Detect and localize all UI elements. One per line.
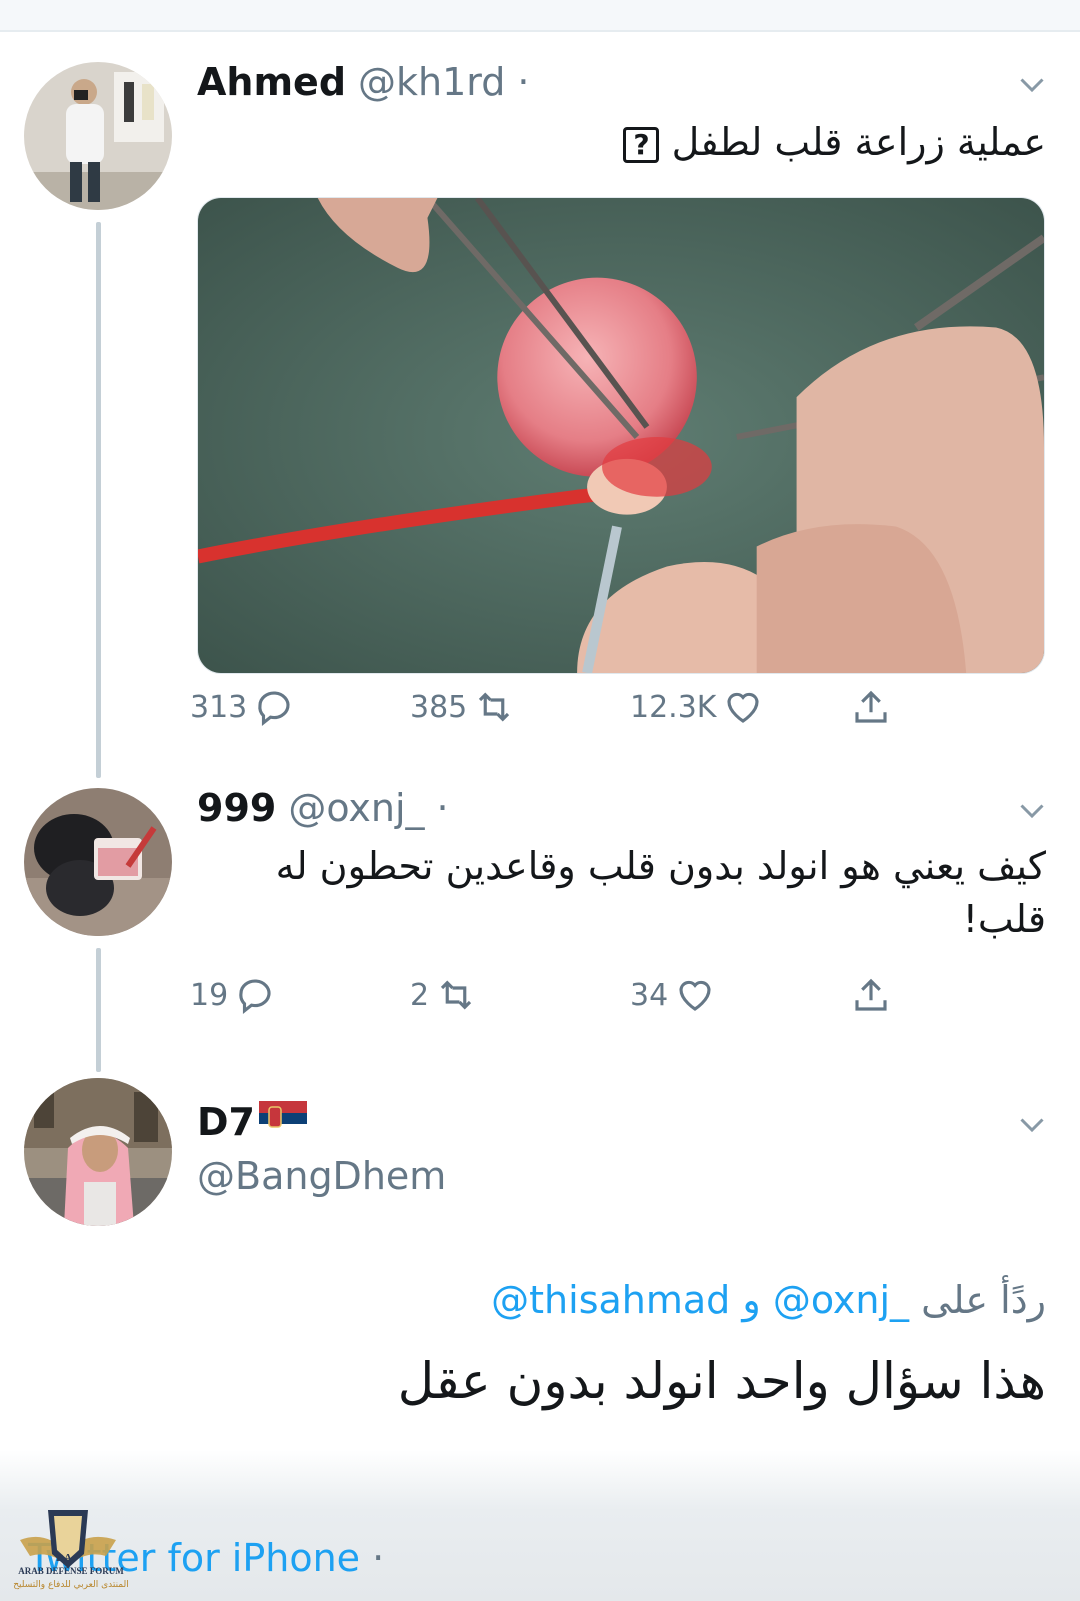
retweet-count: 2: [410, 977, 430, 1013]
retweet-button[interactable]: 2: [410, 974, 477, 1016]
tweet-text: كيف يعني هو انولد بدون قلب وقاعدين تحطون…: [276, 840, 1046, 946]
username[interactable]: @kh1rd: [358, 60, 505, 104]
chevron-down-icon[interactable]: [1014, 792, 1050, 828]
username[interactable]: @BangDhem: [197, 1154, 446, 1198]
separator-dot: ·: [517, 60, 530, 104]
like-button[interactable]: 34: [630, 974, 716, 1016]
mention-link[interactable]: @oxnj_: [773, 1278, 909, 1322]
tweet-text-line: كيف يعني هو انولد بدون قلب وقاعدين تحطون…: [275, 844, 1046, 888]
share-icon: [855, 978, 887, 1011]
separator-dot: ·: [436, 786, 449, 830]
display-name[interactable]: 999: [197, 786, 276, 830]
chevron-down-icon[interactable]: [1014, 1106, 1050, 1142]
tweet-text: هذا سؤال واحد انولد بدون عقل: [397, 1352, 1046, 1410]
like-count: 34: [630, 977, 669, 1013]
tweet-header: Ahmed @kh1rd ·: [197, 60, 529, 104]
share-button[interactable]: [850, 686, 892, 728]
watermark-name-en: ARAB DEFENSE FORUM: [18, 1566, 124, 1576]
avatar[interactable]: [24, 788, 172, 936]
display-name[interactable]: D7: [197, 1100, 255, 1144]
tweet-text-content: عملية زراعة قلب لطفل: [671, 120, 1046, 164]
username[interactable]: @oxnj_: [288, 786, 424, 830]
replying-to-and: و: [742, 1278, 761, 1322]
tweet-text: عملية زراعة قلب لطفل ?: [623, 116, 1046, 169]
watermark-letters: DA: [56, 1552, 72, 1564]
separator-dot: ·: [372, 1536, 385, 1580]
tweet-header-handle: @BangDhem: [197, 1154, 446, 1198]
tweet-text-line: قلب!: [962, 897, 1046, 942]
reply-icon: [258, 691, 290, 727]
replying-to-label: ردًأ على: [921, 1278, 1046, 1322]
thread-line: [96, 222, 101, 778]
avatar[interactable]: [24, 62, 172, 210]
avatar[interactable]: [24, 1078, 172, 1226]
share-icon: [855, 690, 887, 723]
replying-to: ردًأ على @oxnj_ و @thisahmad: [491, 1278, 1046, 1322]
reply-button[interactable]: 313: [190, 686, 295, 728]
retweet-icon: [440, 980, 472, 1010]
reply-count: 19: [190, 977, 229, 1013]
question-emoji-icon: ?: [623, 126, 660, 163]
retweet-icon: [479, 692, 510, 722]
display-name[interactable]: Ahmed: [197, 60, 346, 104]
top-bar: [0, 0, 1080, 32]
share-button[interactable]: [850, 974, 892, 1016]
tweet-header: D7: [197, 1100, 307, 1144]
like-button[interactable]: 12.3K: [630, 686, 764, 728]
thread-line: [96, 948, 101, 1072]
reply-count: 313: [190, 689, 248, 725]
reply-icon: [239, 979, 271, 1015]
mention-link[interactable]: @thisahmad: [491, 1278, 730, 1322]
chevron-down-icon[interactable]: [1014, 66, 1050, 102]
tweet-header: 999 @oxnj_ ·: [197, 786, 449, 830]
reply-button[interactable]: 19: [190, 974, 276, 1016]
heart-icon: [679, 980, 711, 1011]
watermark-name-ar: المنتدى العربي للدفاع والتسليح: [13, 1580, 129, 1590]
tweet-image[interactable]: [197, 197, 1045, 674]
retweet-count: 385: [410, 689, 468, 725]
retweet-button[interactable]: 385: [410, 686, 515, 728]
serbia-flag-icon: [258, 1100, 307, 1135]
like-count: 12.3K: [630, 689, 717, 725]
heart-icon: [727, 692, 760, 723]
